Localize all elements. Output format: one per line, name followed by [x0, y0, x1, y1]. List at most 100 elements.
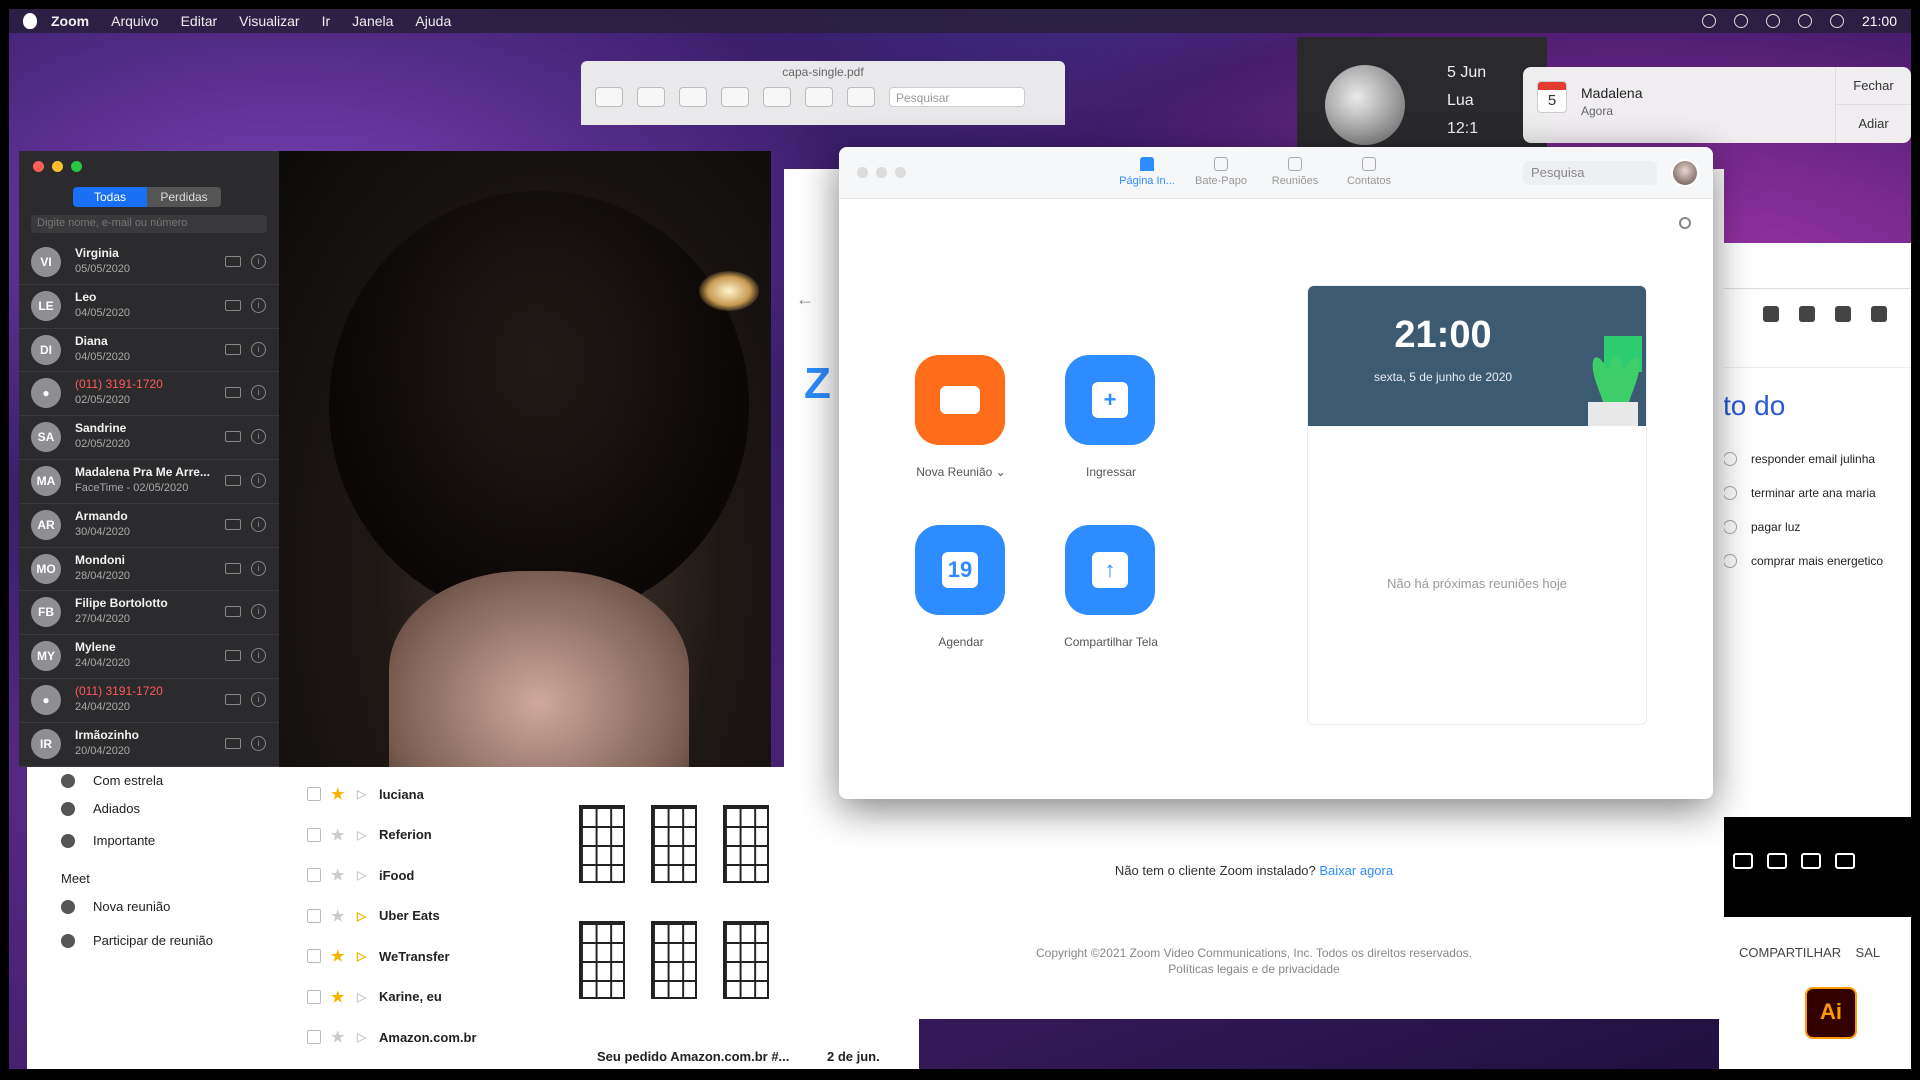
annotate-icon[interactable]	[847, 87, 875, 107]
todo-checkbox[interactable]	[1723, 452, 1737, 466]
calendar-notification[interactable]: 5 Madalena Agora Fechar Adiar	[1523, 67, 1911, 143]
contact-row[interactable]: ● (011) 3191-1720 24/04/2020 i	[19, 679, 279, 723]
zoom-search-input[interactable]: Pesquisa	[1523, 161, 1657, 185]
todo-item[interactable]: terminar arte ana maria	[1723, 486, 1876, 500]
share-button[interactable]: COMPARTILHAR SAL	[1739, 945, 1880, 960]
subtitles-icon[interactable]	[1767, 853, 1787, 869]
menu-arquivo[interactable]: Arquivo	[111, 13, 158, 29]
tab-contacts[interactable]: Contatos	[1339, 155, 1399, 187]
wifi-icon[interactable]	[1765, 14, 1780, 28]
todo-item[interactable]: pagar luz	[1723, 520, 1800, 534]
info-icon[interactable]: i	[251, 472, 266, 488]
info-icon[interactable]: i	[251, 429, 266, 445]
close-icon[interactable]	[33, 161, 44, 172]
maximize-icon[interactable]	[71, 161, 82, 172]
menu-app-name[interactable]: Zoom	[51, 13, 89, 29]
minimize-icon[interactable]	[876, 167, 887, 178]
mail-checkbox[interactable]	[307, 949, 321, 963]
important-marker-icon[interactable]: ▷	[357, 868, 369, 882]
video-call-icon[interactable]	[225, 299, 241, 311]
info-icon[interactable]: i	[251, 604, 266, 620]
close-icon[interactable]	[857, 167, 868, 178]
search-icon[interactable]	[1797, 14, 1812, 28]
mail-row[interactable]: ★ ▷ Karine, eu	[307, 982, 557, 1012]
info-icon[interactable]: i	[251, 516, 266, 532]
tab-chat[interactable]: Bate-Papo	[1191, 155, 1251, 187]
contact-row[interactable]: MY Mylene 24/04/2020 i	[19, 635, 279, 679]
todo-item[interactable]: responder email julinha	[1723, 452, 1875, 466]
contact-row[interactable]: MO Mondoni 28/04/2020 i	[19, 548, 279, 592]
star-icon[interactable]: ★	[331, 785, 347, 803]
contact-row[interactable]: MA Madalena Pra Me Arre... FaceTime - 02/0…	[19, 460, 279, 504]
schedule-button[interactable]: 19	[915, 525, 1005, 615]
video-call-icon[interactable]	[225, 606, 241, 618]
tab-home[interactable]: Página In...	[1117, 155, 1177, 187]
video-call-icon[interactable]	[225, 343, 241, 355]
illustrator-app-icon[interactable]: Ai	[1805, 987, 1857, 1039]
todo-checkbox[interactable]	[1723, 554, 1737, 568]
tab-missed[interactable]: Perdidas	[147, 187, 221, 207]
important-marker-icon[interactable]: ▷	[357, 909, 369, 923]
video-call-icon[interactable]	[225, 387, 241, 399]
info-icon[interactable]: i	[251, 735, 266, 751]
contact-row[interactable]: VI Virginia 05/05/2020 i	[19, 241, 279, 285]
time-machine-icon[interactable]	[1701, 14, 1716, 28]
video-call-icon[interactable]	[225, 518, 241, 530]
sidebar-toggle-icon[interactable]	[595, 87, 623, 107]
mail-row[interactable]: ★ ▷ Amazon.com.br	[307, 1022, 557, 1052]
join-button[interactable]: +	[1065, 355, 1155, 445]
legal-link[interactable]: Políticas legais e de privacidade	[784, 961, 1724, 977]
contact-row[interactable]: IR Irmãozinho 20/04/2020 i	[19, 723, 279, 767]
nav-important[interactable]: Importante	[61, 833, 155, 848]
new-meeting-button[interactable]	[915, 355, 1005, 445]
info-icon[interactable]: i	[251, 341, 266, 357]
minimize-icon[interactable]	[52, 161, 63, 172]
avatar[interactable]	[1671, 159, 1699, 187]
meet-new-meeting[interactable]: Nova reunião	[61, 899, 170, 914]
star-icon[interactable]: ★	[331, 1028, 347, 1046]
info-icon[interactable]: i	[251, 385, 266, 401]
camera-icon[interactable]	[1799, 306, 1815, 322]
info-icon[interactable]: i	[251, 648, 266, 664]
star-icon[interactable]: ★	[331, 907, 347, 925]
info-icon[interactable]: i	[251, 691, 266, 707]
facetime-search-input[interactable]: Digite nome, e-mail ou número	[31, 215, 267, 233]
mail-row[interactable]: ★ ▷ WeTransfer	[307, 941, 557, 971]
notification-snooze-button[interactable]: Adiar	[1836, 105, 1911, 143]
share-icon[interactable]	[721, 87, 749, 107]
miniplayer-icon[interactable]	[1835, 853, 1855, 869]
todo-checkbox[interactable]	[1723, 520, 1737, 534]
mail-row[interactable]: ★ ▷ Referion	[307, 820, 557, 850]
gear-icon[interactable]	[1679, 217, 1691, 229]
autoplay-toggle-icon[interactable]	[1733, 853, 1753, 869]
share-screen-button[interactable]: ↑	[1065, 525, 1155, 615]
apple-icon[interactable]	[23, 13, 37, 29]
back-arrow-icon[interactable]: ←	[796, 289, 814, 310]
contact-row[interactable]: AR Armando 30/04/2020 i	[19, 504, 279, 548]
important-marker-icon[interactable]: ▷	[357, 828, 369, 842]
menu-visualizar[interactable]: Visualizar	[239, 13, 299, 29]
menu-janela[interactable]: Janela	[352, 13, 393, 29]
star-icon[interactable]: ★	[331, 947, 347, 965]
mail-row[interactable]: ★ ▷ iFood	[307, 860, 557, 890]
maximize-icon[interactable]	[895, 167, 906, 178]
zoom-out-icon[interactable]	[637, 87, 665, 107]
important-marker-icon[interactable]: ▷	[357, 1030, 369, 1044]
download-link[interactable]: Baixar agora	[1319, 863, 1393, 878]
siri-icon[interactable]	[1829, 14, 1844, 28]
star-icon[interactable]: ★	[331, 826, 347, 844]
video-call-icon[interactable]	[225, 256, 241, 267]
notification-close-button[interactable]: Fechar	[1836, 67, 1911, 105]
contact-row[interactable]: LE Leo 04/05/2020 i	[19, 285, 279, 329]
contact-row[interactable]: DI Diana 04/05/2020 i	[19, 329, 279, 373]
video-call-icon[interactable]	[225, 650, 241, 662]
microphone-icon[interactable]	[1763, 306, 1779, 322]
apps-grid-icon[interactable]	[1835, 306, 1851, 322]
mail-row[interactable]: ★ ▷ luciana	[307, 779, 557, 809]
video-call-icon[interactable]	[225, 562, 241, 574]
markup-icon[interactable]	[763, 87, 791, 107]
important-marker-icon[interactable]: ▷	[357, 949, 369, 963]
video-call-icon[interactable]	[225, 737, 241, 749]
menu-editar[interactable]: Editar	[181, 13, 218, 29]
contact-row[interactable]: SA Sandrine 02/05/2020 i	[19, 416, 279, 460]
